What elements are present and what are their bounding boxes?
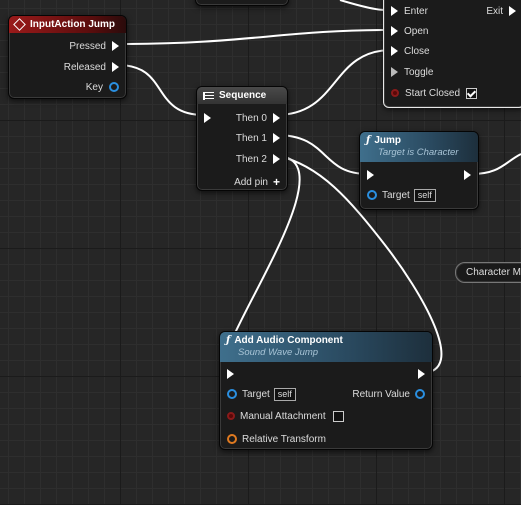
exec-in-icon[interactable] — [391, 46, 398, 56]
pin-enter-label: Enter — [404, 5, 428, 17]
jump-exec-in[interactable] — [367, 168, 374, 182]
sequence-header: Sequence — [197, 87, 287, 104]
pin-close-label: Close — [404, 45, 430, 57]
relative-transform-pin[interactable]: Relative Transform — [227, 432, 326, 446]
pin-toggle-label: Toggle — [404, 66, 434, 78]
jump-target-pin[interactable]: Target self — [367, 188, 436, 202]
manual-attachment-checkbox[interactable] — [332, 410, 344, 422]
add-audio-exec-in[interactable] — [227, 367, 234, 381]
pin-toggle[interactable]: Toggle — [391, 65, 433, 79]
jump-header: ƒ Jump Target is Character — [360, 132, 478, 162]
pin-exit[interactable]: Exit — [486, 4, 516, 18]
partial-top-node[interactable] — [195, 0, 289, 6]
pin-start-closed-label: Start Closed — [405, 87, 461, 99]
pin-enter[interactable]: Enter — [391, 4, 428, 18]
pin-then1-label: Then 1 — [235, 132, 267, 144]
wire-jump-out — [471, 153, 521, 175]
object-pin-icon[interactable] — [415, 389, 425, 399]
add-pin-label: Add pin — [234, 176, 268, 188]
exec-out-icon[interactable] — [273, 154, 280, 164]
pin-then1[interactable]: Then 1 — [236, 131, 280, 145]
exec-in-icon[interactable] — [204, 113, 211, 123]
pin-then0-label: Then 0 — [235, 112, 267, 124]
exec-out-icon[interactable] — [273, 113, 280, 123]
pin-released[interactable]: Released — [64, 60, 119, 74]
add-audio-subtitle: Sound Wave Jump — [238, 347, 319, 358]
jump-subtitle: Target is Character — [378, 147, 459, 158]
exec-out-icon[interactable] — [112, 62, 119, 72]
object-pin-icon[interactable] — [227, 389, 237, 399]
pin-key-label: Key — [85, 81, 103, 93]
event-icon — [13, 18, 26, 31]
function-icon: ƒ — [226, 335, 231, 346]
struct-pin-icon[interactable] — [109, 82, 119, 92]
pin-then2[interactable]: Then 2 — [236, 152, 280, 166]
wire-then0-to-close — [275, 49, 393, 116]
jump-target-self[interactable]: self — [413, 188, 436, 202]
pin-start-closed[interactable]: Start Closed — [391, 86, 478, 100]
add-audio-component-node[interactable]: ƒ Add Audio Component Sound Wave Jump Ta… — [219, 331, 433, 450]
wire-released-to-sequence — [117, 64, 205, 116]
add-audio-target-pin[interactable]: Target self — [227, 387, 296, 401]
pin-then0[interactable]: Then 0 — [236, 111, 280, 125]
add-audio-header: ƒ Add Audio Component Sound Wave Jump — [220, 332, 432, 362]
pin-then2-label: Then 2 — [235, 153, 267, 165]
character-movement-node[interactable]: Character Mov — [455, 262, 521, 283]
manual-attachment-label: Manual Attachment — [240, 410, 326, 422]
add-audio-title: Add Audio Component — [234, 335, 343, 346]
inputaction-jump-node[interactable]: InputAction Jump Pressed Released Key — [8, 15, 127, 99]
exec-out-icon[interactable] — [509, 6, 516, 16]
jump-node[interactable]: ƒ Jump Target is Character Target self — [359, 131, 479, 210]
add-audio-exec-out[interactable] — [418, 367, 425, 381]
return-value-pin[interactable]: Return Value — [352, 387, 425, 401]
bool-pin-icon[interactable] — [391, 89, 399, 97]
object-pin-icon[interactable] — [367, 190, 377, 200]
inputaction-header: InputAction Jump — [9, 16, 126, 33]
add-pin-button[interactable]: Add pin + — [234, 175, 280, 189]
bool-pin-icon[interactable] — [227, 412, 235, 420]
jump-exec-out[interactable] — [464, 168, 471, 182]
exec-out-icon[interactable] — [112, 41, 119, 51]
exec-in-icon[interactable] — [227, 369, 234, 379]
exec-in-icon[interactable] — [391, 6, 398, 16]
pin-released-label: Released — [63, 61, 106, 73]
pin-open[interactable]: Open — [391, 24, 428, 38]
inputaction-title: InputAction Jump — [30, 19, 115, 30]
wire-pressed-to-open — [118, 29, 393, 45]
exec-in-icon[interactable] — [367, 170, 374, 180]
transform-pin-icon[interactable] — [227, 434, 237, 444]
pin-pressed-label: Pressed — [69, 40, 106, 52]
exec-in-hollow-icon[interactable] — [391, 67, 398, 77]
sequence-node[interactable]: Sequence Then 0 Then 1 Then 2 Add pin + — [196, 86, 288, 191]
exec-out-icon[interactable] — [418, 369, 425, 379]
plus-icon[interactable]: + — [273, 175, 280, 189]
jump-target-label: Target — [382, 189, 410, 201]
relative-transform-label: Relative Transform — [242, 433, 326, 445]
character-movement-label: Character Mov — [466, 267, 521, 278]
sequence-exec-in[interactable] — [204, 111, 211, 125]
pin-exit-label: Exit — [486, 5, 503, 17]
return-value-label: Return Value — [352, 388, 410, 400]
pin-close[interactable]: Close — [391, 44, 430, 58]
pin-pressed[interactable]: Pressed — [69, 39, 119, 53]
sequence-icon — [203, 91, 214, 100]
manual-attachment-pin[interactable]: Manual Attachment — [227, 409, 344, 423]
exec-out-icon[interactable] — [273, 133, 280, 143]
exec-out-icon[interactable] — [464, 170, 471, 180]
function-icon: ƒ — [366, 135, 371, 146]
exec-in-icon[interactable] — [391, 26, 398, 36]
add-audio-target-self[interactable]: self — [273, 387, 296, 401]
pin-open-label: Open — [404, 25, 429, 37]
sequence-title: Sequence — [219, 90, 267, 101]
add-audio-target-label: Target — [242, 388, 270, 400]
gate-node[interactable]: Enter Exit Open Close Toggle Start Close… — [383, 0, 521, 108]
wire-then1-to-jump — [275, 134, 369, 175]
start-closed-checkbox[interactable] — [466, 87, 478, 99]
jump-title: Jump — [374, 135, 401, 146]
pin-key[interactable]: Key — [86, 80, 119, 94]
